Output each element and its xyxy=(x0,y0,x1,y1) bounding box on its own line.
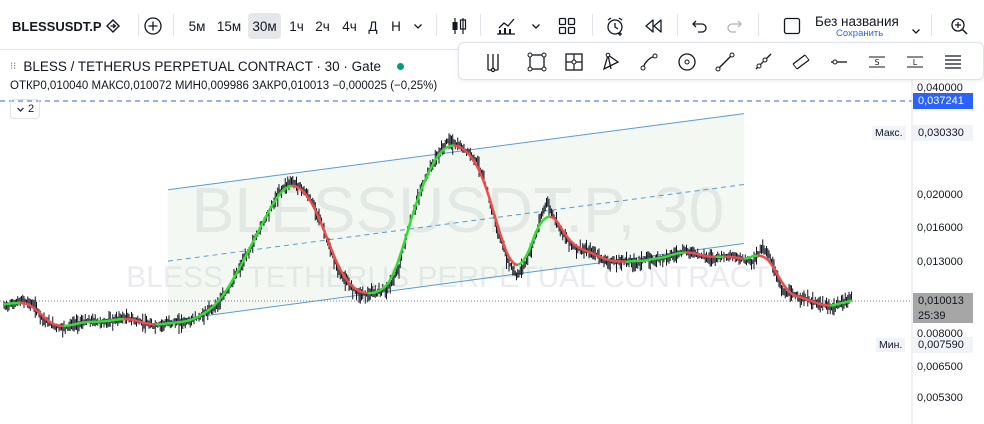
change-value: −0,000025 (−0,25%) xyxy=(332,80,438,92)
min-price-label: 0,007590 xyxy=(913,337,973,353)
gann-box-icon[interactable] xyxy=(560,48,588,76)
drag-handle-icon[interactable]: ⁝⁝ xyxy=(10,61,16,72)
high-value: 0,010072 xyxy=(123,80,172,92)
open-value: 0,010040 xyxy=(40,80,89,92)
indicators-collapse-button[interactable]: 2 xyxy=(10,99,40,119)
trend-up-segment xyxy=(743,254,759,260)
low-value: 0,009986 xyxy=(200,80,249,92)
rectangle-icon[interactable] xyxy=(523,48,551,76)
circle-icon[interactable] xyxy=(673,48,701,76)
parallel-channel-icon[interactable] xyxy=(787,48,815,76)
trend-down-segment xyxy=(20,301,64,328)
open-label: ОТКР xyxy=(10,80,41,92)
horizontal-ray-icon[interactable] xyxy=(825,48,853,76)
horizontal-line-price-label[interactable]: 0,037241 xyxy=(913,93,973,109)
legend-title-row[interactable]: ⁝⁝ BLESS / TETHERUS PERPETUAL CONTRACT ·… xyxy=(10,57,404,75)
trend-line-icon[interactable] xyxy=(711,48,739,76)
max-label: Макс. xyxy=(872,126,906,140)
fib-lines-icon[interactable]: L xyxy=(901,48,929,76)
close-label: ЗАКР xyxy=(252,80,282,92)
pitchfork-icon[interactable] xyxy=(479,48,507,76)
max-price-label: 0,030330 xyxy=(913,125,973,141)
drawing-toolbar: S L xyxy=(458,42,984,80)
indicators-count: 2 xyxy=(27,103,35,115)
hamburger-icon[interactable] xyxy=(939,48,967,76)
legend-title: BLESS / TETHERUS PERPETUAL CONTRACT · 30… xyxy=(23,58,381,74)
chevron-down-icon xyxy=(17,107,24,112)
svg-text:S: S xyxy=(874,58,879,67)
bar-countdown: 25:39 xyxy=(913,308,973,323)
low-label: МИН xyxy=(174,80,201,92)
ray-icon[interactable] xyxy=(749,48,777,76)
close-value: 0,010013 xyxy=(281,80,330,92)
price-tick: 0,020000 xyxy=(917,189,963,201)
high-label: МАКС xyxy=(91,80,124,92)
svg-text:L: L xyxy=(913,58,918,67)
price-tick: 0,013000 xyxy=(917,256,963,268)
curve-icon[interactable] xyxy=(635,48,663,76)
min-label: Мин. xyxy=(876,338,906,352)
ohlc-values: ОТКР0,010040 МАКС0,010072 МИН0,009986 ЗА… xyxy=(10,80,437,92)
price-tick: 0,006500 xyxy=(917,361,963,373)
price-tick: 0,005300 xyxy=(917,392,963,404)
last-price-label: 0,010013 xyxy=(913,293,973,308)
triangle-icon[interactable] xyxy=(597,48,625,76)
regression-trend-icon[interactable]: S xyxy=(863,48,891,76)
market-status-dot[interactable] xyxy=(396,62,404,70)
price-tick: 0,016000 xyxy=(917,222,963,234)
